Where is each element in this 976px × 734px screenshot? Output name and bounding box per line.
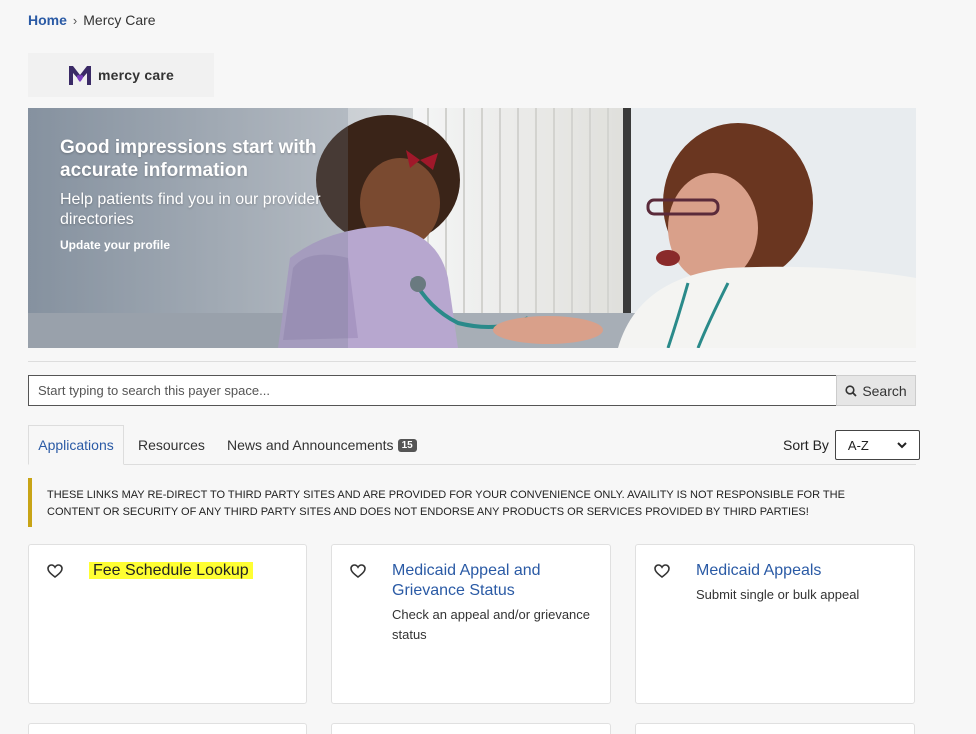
card-title-text: Fee Schedule Lookup	[89, 562, 253, 579]
app-card-medicaid-appeals[interactable]: Medicaid Appeals Submit single or bulk a…	[635, 544, 915, 704]
hero-title: Good impressions start with accurate inf…	[60, 137, 317, 181]
heart-icon[interactable]	[654, 564, 670, 578]
sort-value: A-Z	[847, 437, 869, 453]
app-card[interactable]	[331, 723, 611, 734]
divider	[28, 361, 916, 362]
app-card[interactable]	[635, 723, 915, 734]
tab-label: Applications	[38, 437, 114, 453]
tab-resources[interactable]: Resources	[138, 425, 205, 465]
app-card-fee-schedule-lookup[interactable]: Fee Schedule Lookup	[28, 544, 307, 704]
logo-text: mercy care	[98, 67, 174, 83]
card-title-link[interactable]: Fee Schedule Lookup	[89, 561, 319, 581]
breadcrumb-current: Mercy Care	[83, 12, 156, 28]
hero-subtitle: Help patients find you in our provider d…	[60, 191, 321, 228]
payer-logo: mercy care	[28, 53, 214, 97]
chevron-right-icon: ›	[72, 12, 78, 28]
search-button-label: Search	[862, 382, 907, 399]
breadcrumb: Home › Mercy Care	[28, 12, 156, 28]
update-profile-link[interactable]: Update your profile	[60, 238, 170, 252]
mercy-care-logo-icon	[68, 64, 92, 86]
app-card-medicaid-appeal-grievance-status[interactable]: Medicaid Appeal and Grievance Status Che…	[331, 544, 611, 704]
sort-select[interactable]: A-Z	[834, 430, 920, 460]
tab-label: Resources	[138, 437, 205, 453]
card-title-link[interactable]: Medicaid Appeal and Grievance Status	[392, 561, 572, 601]
hero-banner: Good impressions start with accurate inf…	[28, 108, 916, 348]
tab-applications[interactable]: Applications	[28, 425, 124, 465]
third-party-notice: THESE LINKS MAY RE-DIRECT TO THIRD PARTY…	[28, 478, 916, 527]
search-icon	[845, 384, 857, 397]
card-title-link[interactable]: Medicaid Appeals	[696, 561, 926, 581]
sort-label: Sort By	[783, 437, 829, 453]
tab-news-and-announcements[interactable]: News and Announcements 15	[227, 425, 417, 465]
search-bar: Search	[28, 375, 916, 406]
app-card[interactable]	[28, 723, 307, 734]
sort-control: Sort By A-Z	[783, 430, 920, 460]
card-description: Check an appeal and/or grievance status	[392, 607, 591, 642]
card-description: Submit single or bulk appeal	[696, 587, 860, 602]
tab-label: News and Announcements	[227, 437, 394, 453]
heart-icon[interactable]	[350, 564, 366, 578]
count-badge: 15	[397, 438, 417, 452]
search-input[interactable]	[28, 375, 836, 406]
hero-text: Good impressions start with accurate inf…	[60, 136, 350, 254]
chevron-down-icon	[897, 441, 907, 448]
heart-icon[interactable]	[47, 564, 63, 578]
search-button[interactable]: Search	[836, 375, 916, 406]
breadcrumb-home-link[interactable]: Home	[28, 12, 67, 28]
